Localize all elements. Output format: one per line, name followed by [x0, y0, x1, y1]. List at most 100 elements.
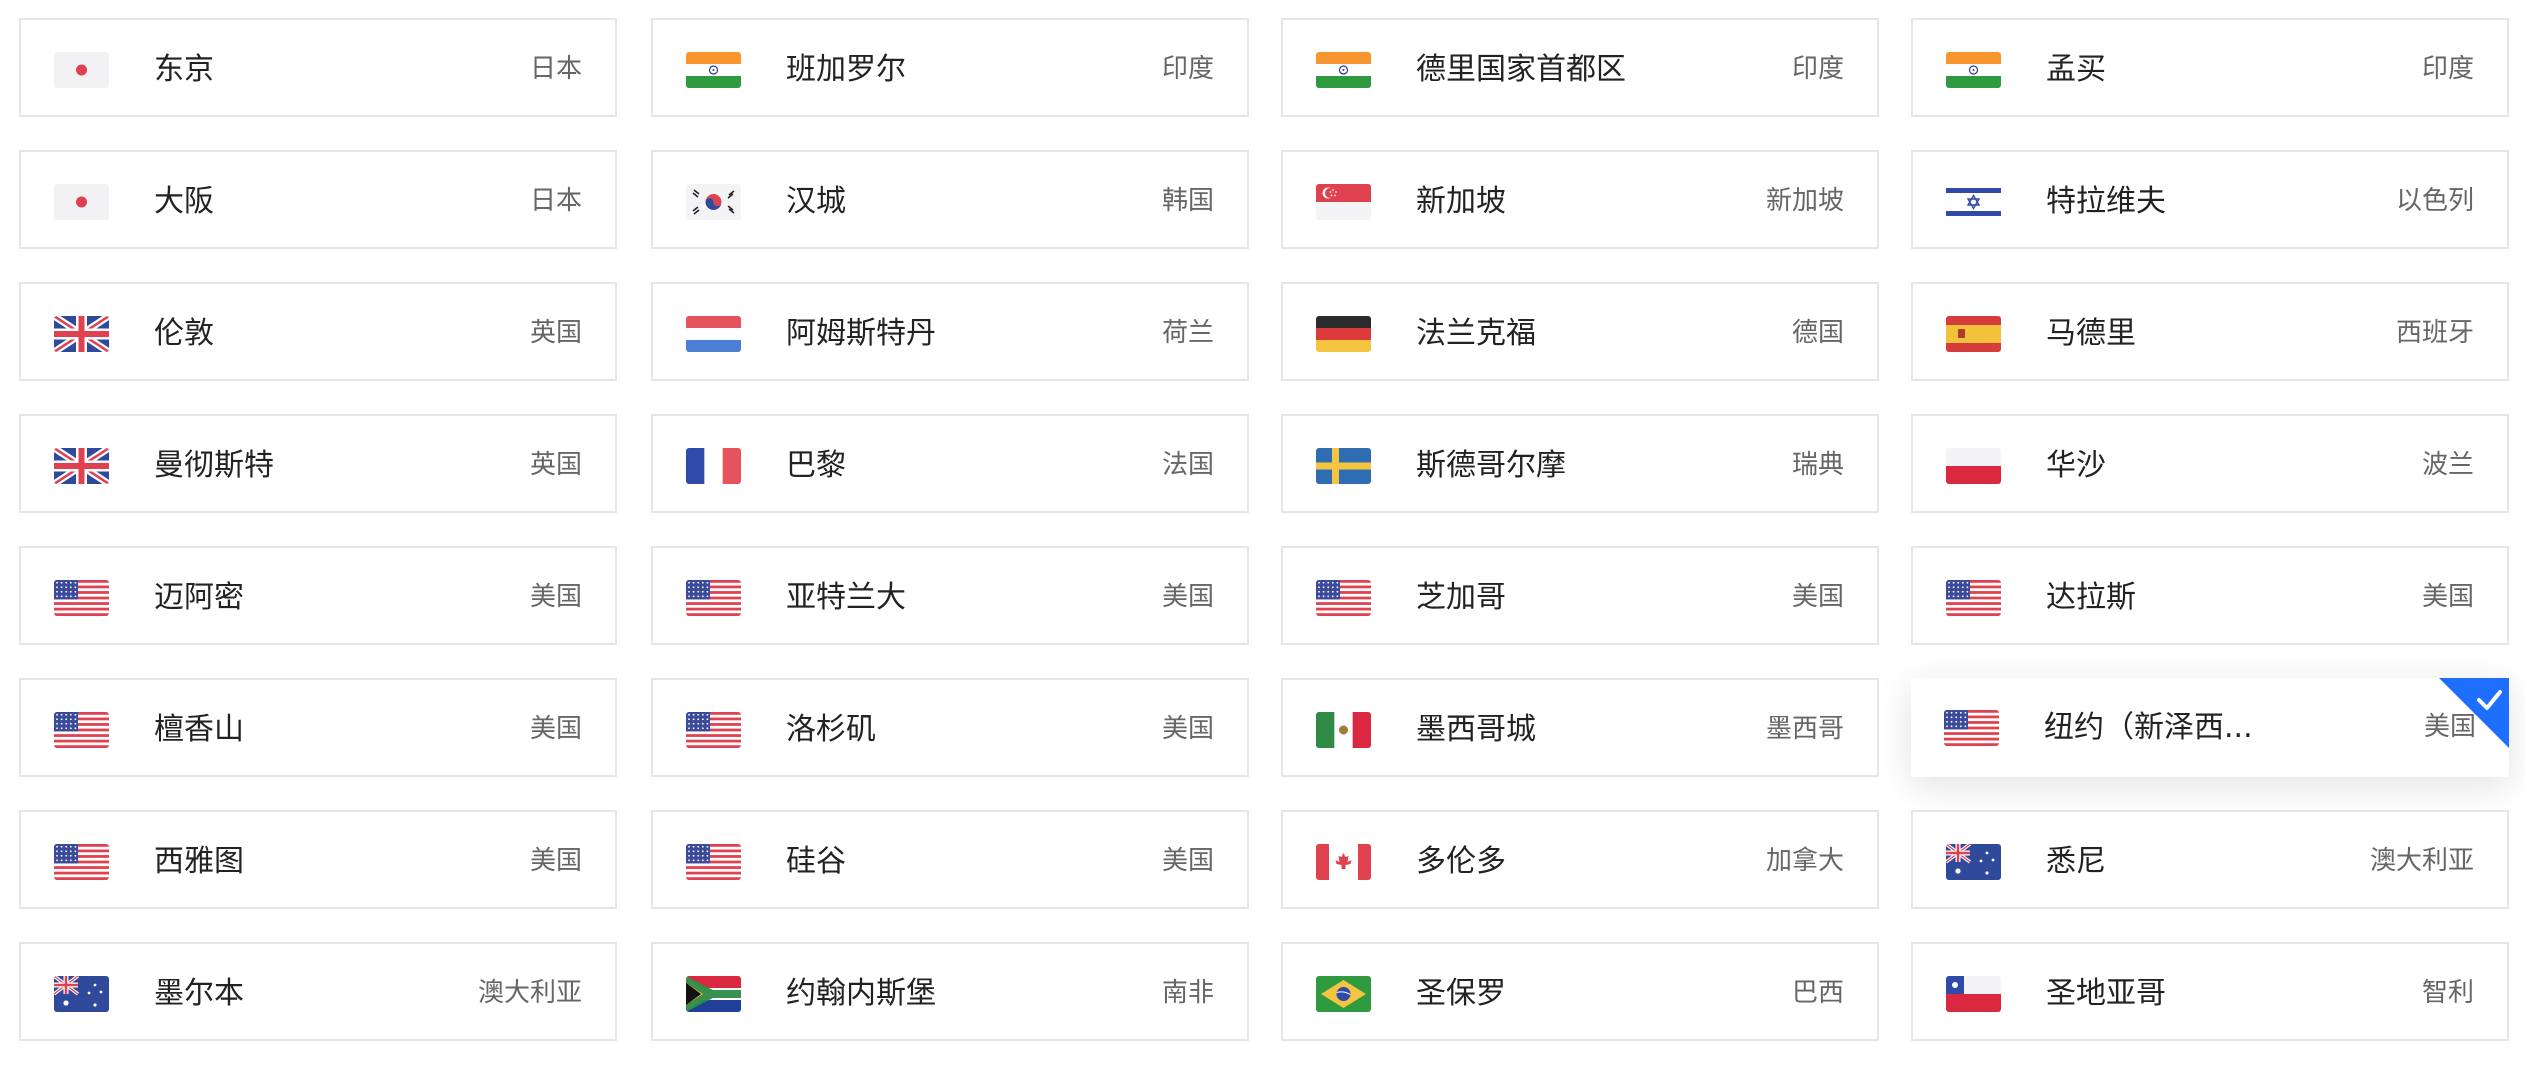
location-card[interactable]: 迈阿密 美国: [19, 546, 617, 645]
location-card[interactable]: 阿姆斯特丹 荷兰: [651, 282, 1249, 381]
location-card[interactable]: 悉尼 澳大利亚: [1911, 810, 2509, 909]
country-name: 印度: [1161, 54, 1214, 84]
in-flag-icon: [686, 52, 741, 88]
location-card[interactable]: 大阪 日本: [19, 150, 617, 249]
de-flag-icon: [1316, 316, 1371, 352]
us-flag-icon: [1316, 580, 1371, 616]
city-name: 巴黎: [786, 448, 846, 483]
city-name: 班加罗尔: [786, 52, 906, 87]
location-card[interactable]: 达拉斯 美国: [1911, 546, 2509, 645]
city-name: 圣保罗: [1416, 976, 1506, 1011]
country-name: 巴西: [1791, 978, 1844, 1008]
city-name: 悉尼: [2046, 844, 2106, 879]
city-name: 华沙: [2046, 448, 2106, 483]
country-name: 韩国: [1161, 186, 1214, 216]
za-flag-icon: [686, 976, 741, 1012]
city-name: 圣地亚哥: [2046, 976, 2166, 1011]
country-name: 波兰: [2421, 450, 2474, 480]
us-flag-icon: [1946, 580, 2001, 616]
location-card[interactable]: 墨尔本 澳大利亚: [19, 942, 617, 1041]
il-flag-icon: [1946, 184, 2001, 220]
city-name: 法兰克福: [1416, 316, 1536, 351]
cl-flag-icon: [1946, 976, 2001, 1012]
ca-flag-icon: [1316, 844, 1371, 880]
location-card[interactable]: 檀香山 美国: [19, 678, 617, 777]
country-name: 美国: [529, 714, 582, 744]
city-name: 墨西哥城: [1416, 712, 1536, 747]
se-flag-icon: [1316, 448, 1371, 484]
us-flag-icon: [54, 844, 109, 880]
location-card[interactable]: 班加罗尔 印度: [651, 18, 1249, 117]
city-name: 东京: [154, 52, 214, 87]
checkmark-icon: [2439, 678, 2509, 748]
country-name: 澳大利亚: [2369, 846, 2474, 876]
city-name: 马德里: [2046, 316, 2136, 351]
location-card[interactable]: 芝加哥 美国: [1281, 546, 1879, 645]
location-card[interactable]: 华沙 波兰: [1911, 414, 2509, 513]
city-name: 约翰内斯堡: [786, 976, 936, 1011]
br-flag-icon: [1316, 976, 1371, 1012]
location-card[interactable]: 东京 日本: [19, 18, 617, 117]
location-card[interactable]: 圣地亚哥 智利: [1911, 942, 2509, 1041]
city-name: 特拉维夫: [2046, 184, 2166, 219]
kr-flag-icon: [686, 184, 741, 220]
location-card[interactable]: 多伦多 加拿大: [1281, 810, 1879, 909]
location-card[interactable]: 德里国家首都区 印度: [1281, 18, 1879, 117]
country-name: 墨西哥: [1765, 714, 1844, 744]
location-card[interactable]: 汉城 韩国: [651, 150, 1249, 249]
location-card[interactable]: 亚特兰大 美国: [651, 546, 1249, 645]
in-flag-icon: [1946, 52, 2001, 88]
city-name: 伦敦: [154, 316, 214, 351]
city-name: 阿姆斯特丹: [786, 316, 936, 351]
city-name: 檀香山: [154, 712, 244, 747]
location-card[interactable]: 墨西哥城 墨西哥: [1281, 678, 1879, 777]
location-card[interactable]: 新加坡 新加坡: [1281, 150, 1879, 249]
city-name: 墨尔本: [154, 976, 244, 1011]
country-name: 加拿大: [1765, 846, 1844, 876]
pl-flag-icon: [1946, 448, 2001, 484]
location-card[interactable]: 纽约（新泽西... 美国: [1911, 678, 2509, 777]
us-flag-icon: [54, 580, 109, 616]
country-name: 德国: [1791, 318, 1844, 348]
location-card[interactable]: 巴黎 法国: [651, 414, 1249, 513]
location-card[interactable]: 特拉维夫 以色列: [1911, 150, 2509, 249]
es-flag-icon: [1946, 316, 2001, 352]
location-card[interactable]: 约翰内斯堡 南非: [651, 942, 1249, 1041]
city-name: 亚特兰大: [786, 580, 906, 615]
city-name: 迈阿密: [154, 580, 244, 615]
country-name: 美国: [1161, 714, 1214, 744]
city-name: 曼彻斯特: [154, 448, 274, 483]
country-name: 荷兰: [1161, 318, 1214, 348]
city-name: 洛杉矶: [786, 712, 876, 747]
city-name: 纽约（新泽西...: [2044, 710, 2253, 745]
nl-flag-icon: [686, 316, 741, 352]
city-name: 新加坡: [1416, 184, 1506, 219]
location-card[interactable]: 硅谷 美国: [651, 810, 1249, 909]
location-card[interactable]: 曼彻斯特 英国: [19, 414, 617, 513]
us-flag-icon: [686, 712, 741, 748]
location-card[interactable]: 马德里 西班牙: [1911, 282, 2509, 381]
mx-flag-icon: [1316, 712, 1371, 748]
country-name: 澳大利亚: [477, 978, 582, 1008]
in-flag-icon: [1316, 52, 1371, 88]
city-name: 斯德哥尔摩: [1416, 448, 1566, 483]
country-name: 印度: [1791, 54, 1844, 84]
location-card[interactable]: 洛杉矶 美国: [651, 678, 1249, 777]
country-name: 法国: [1161, 450, 1214, 480]
city-name: 大阪: [154, 184, 214, 219]
us-flag-icon: [1944, 710, 1999, 746]
city-name: 多伦多: [1416, 844, 1506, 879]
location-card[interactable]: 斯德哥尔摩 瑞典: [1281, 414, 1879, 513]
gb-flag-icon: [54, 316, 109, 352]
country-name: 英国: [529, 450, 582, 480]
location-card[interactable]: 伦敦 英国: [19, 282, 617, 381]
city-name: 孟买: [2046, 52, 2106, 87]
city-name: 硅谷: [786, 844, 846, 879]
au-flag-icon: [54, 976, 109, 1012]
location-card[interactable]: 法兰克福 德国: [1281, 282, 1879, 381]
country-name: 美国: [2421, 582, 2474, 612]
location-card[interactable]: 孟买 印度: [1911, 18, 2509, 117]
location-card[interactable]: 圣保罗 巴西: [1281, 942, 1879, 1041]
location-card[interactable]: 西雅图 美国: [19, 810, 617, 909]
city-name: 德里国家首都区: [1416, 52, 1626, 87]
